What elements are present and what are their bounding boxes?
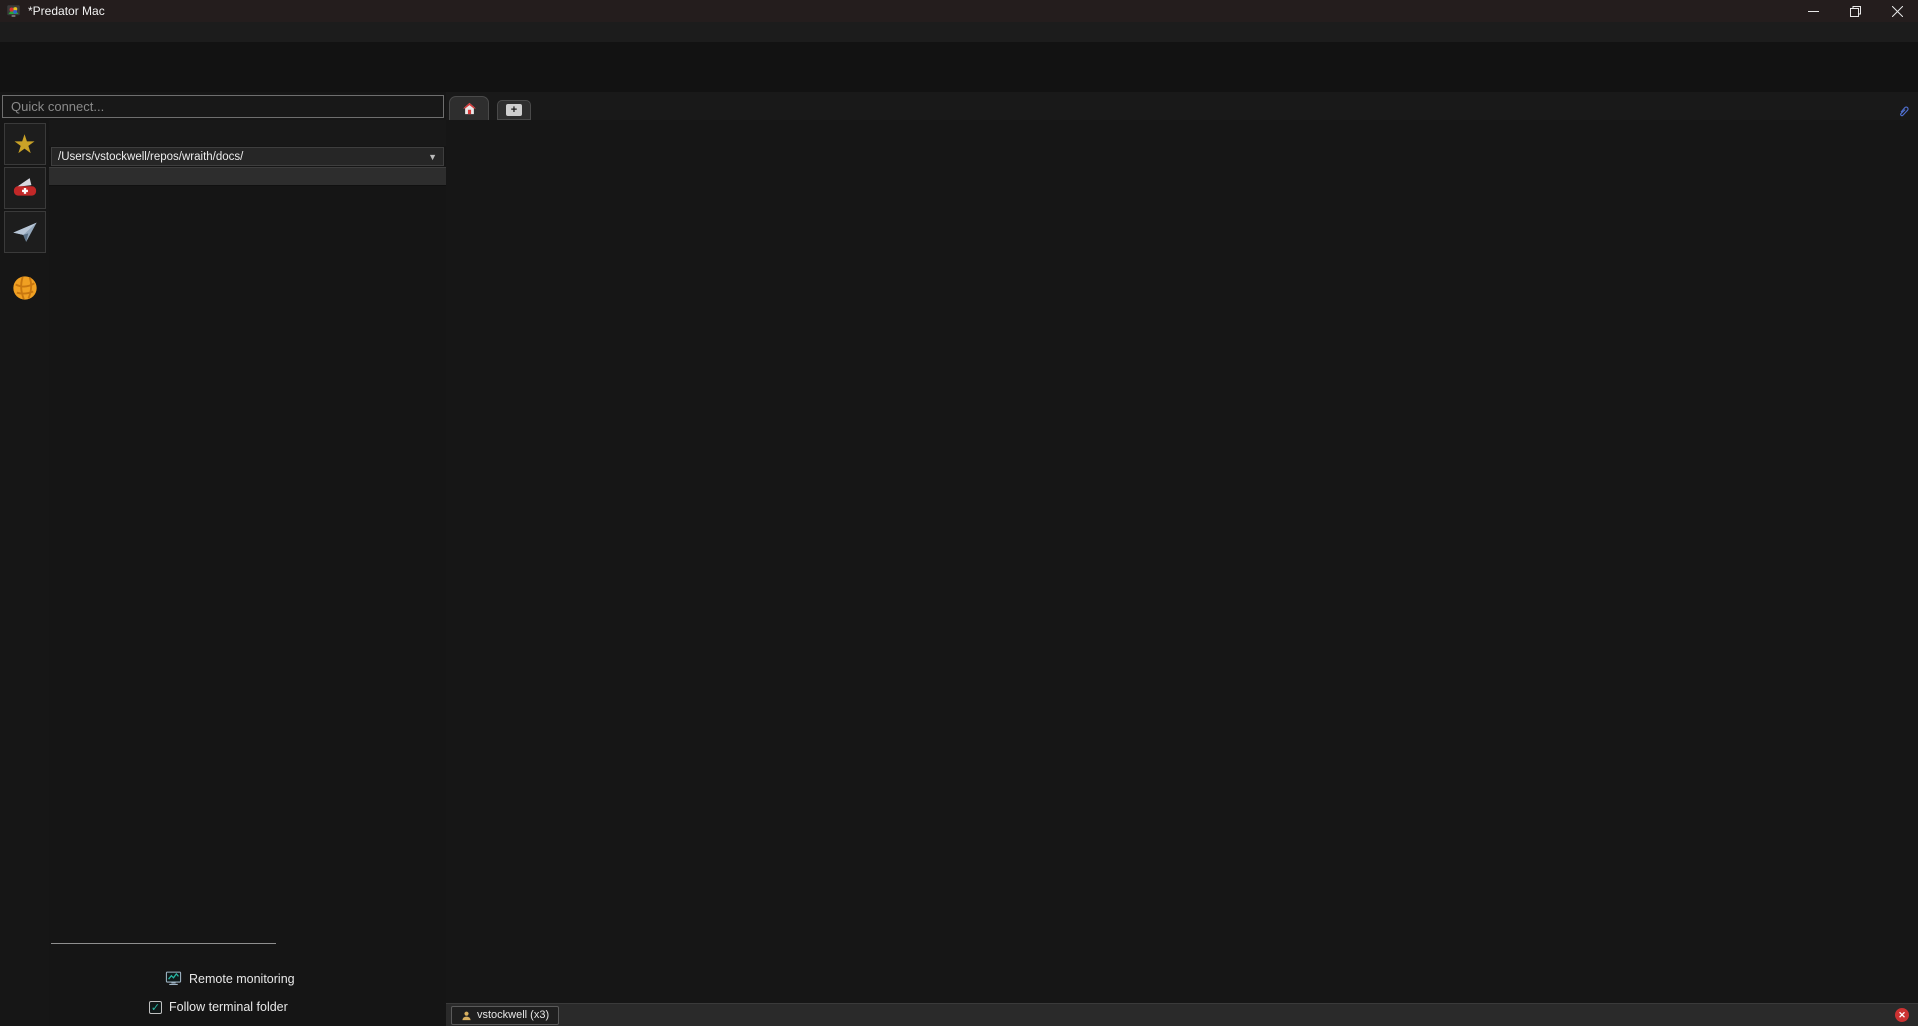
file-toolbar — [49, 120, 446, 146]
remote-monitoring-toggle[interactable]: Remote monitoring — [165, 970, 446, 987]
chevron-down-icon: ▼ — [428, 152, 437, 162]
window-title: *Predator Mac — [28, 4, 105, 18]
quick-connect-input[interactable] — [2, 95, 444, 118]
tools-knife-icon[interactable] — [4, 167, 46, 209]
close-button[interactable] — [1876, 0, 1918, 22]
tab-bar: + — [446, 92, 1918, 120]
plus-icon: + — [506, 104, 522, 116]
app-icon — [6, 4, 21, 19]
terminal[interactable] — [446, 120, 1918, 1003]
session-group-label: vstockwell (x3) — [477, 1009, 549, 1021]
main-toolbar — [0, 42, 1918, 92]
path-value: /Users/vstockwell/repos/wraith/docs/ — [58, 151, 243, 163]
close-session-button[interactable]: ✕ — [1895, 1008, 1909, 1022]
user-icon — [461, 1010, 472, 1021]
menu-bar — [0, 22, 1918, 42]
file-browser: /Users/vstockwell/repos/wraith/docs/ ▼ R… — [49, 120, 446, 1026]
remote-monitoring-label: Remote monitoring — [189, 972, 295, 986]
new-tab-button[interactable]: + — [497, 100, 531, 120]
minimize-button[interactable] — [1792, 0, 1834, 22]
status-bar: vstockwell (x3) ✕ — [446, 1003, 1918, 1026]
tab-home[interactable] — [449, 96, 489, 120]
globe-icon[interactable] — [4, 267, 46, 309]
file-table-header — [49, 167, 446, 186]
paper-plane-icon[interactable] — [4, 211, 46, 253]
follow-terminal-folder-toggle[interactable]: ✓ Follow terminal folder — [149, 1000, 446, 1014]
sidebar-bottom: Remote monitoring ✓ Follow terminal fold… — [49, 943, 446, 1026]
follow-checkbox[interactable]: ✓ — [149, 1001, 162, 1014]
restore-button[interactable] — [1834, 0, 1876, 22]
file-table — [49, 186, 446, 943]
session-group-tab[interactable]: vstockwell (x3) — [451, 1006, 559, 1025]
favorites-star-icon[interactable]: ★ — [4, 123, 46, 165]
sidebar-rail: ★ — [0, 120, 49, 1026]
sidebar-separator — [51, 943, 276, 944]
path-dropdown[interactable]: /Users/vstockwell/repos/wraith/docs/ ▼ — [51, 147, 444, 166]
remote-monitoring-icon — [165, 970, 182, 987]
follow-terminal-label: Follow terminal folder — [169, 1000, 288, 1014]
sidebar: ★ /Users/vstockwell/repos/wraith/docs/ ▼ — [0, 92, 446, 1026]
title-bar: *Predator Mac — [0, 0, 1918, 22]
paperclip-icon[interactable] — [1896, 104, 1911, 119]
